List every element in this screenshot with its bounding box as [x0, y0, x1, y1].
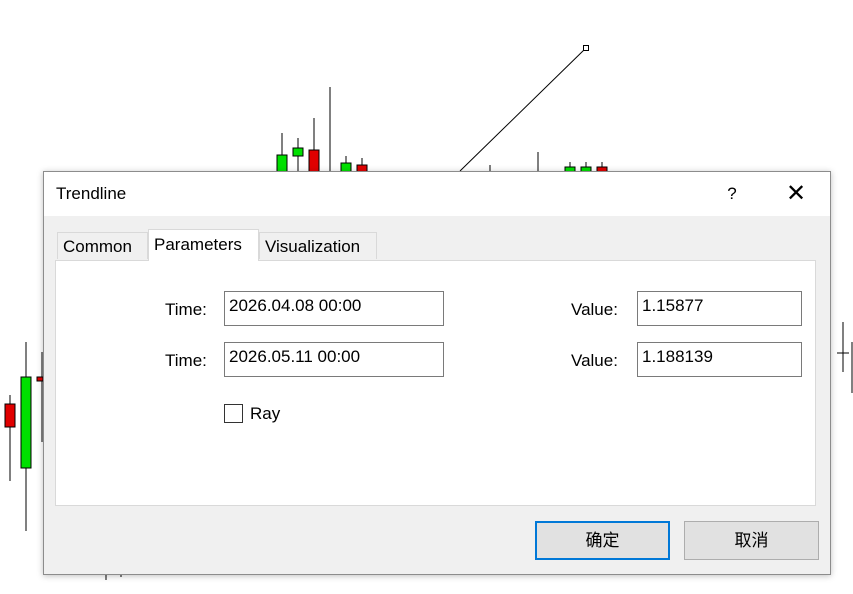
tab-parameters[interactable]: Parameters [148, 229, 259, 261]
ray-label[interactable]: Ray [250, 404, 280, 424]
ok-button[interactable]: 确定 [535, 521, 670, 560]
value-label-2: Value: [571, 351, 618, 370]
candle [4, 403, 16, 428]
cancel-button[interactable]: 取消 [684, 521, 819, 560]
time-input-2[interactable]: 2026.05.11 00:00 [224, 342, 444, 377]
candle [292, 147, 304, 157]
candle [276, 154, 288, 173]
candle [308, 149, 320, 173]
candle [20, 376, 32, 469]
trendline-dialog: Trendline ? ✕ Common Parameters Visualiz… [43, 171, 831, 575]
trendline-anchor-handle [583, 45, 589, 51]
ray-checkbox[interactable] [224, 404, 243, 423]
value-input-2[interactable]: 1.188139 [637, 342, 802, 377]
value-input-1[interactable]: 1.15877 [637, 291, 802, 326]
trendline [459, 47, 587, 172]
tab-common[interactable]: Common [57, 232, 148, 259]
value-label-1: Value: [571, 300, 618, 319]
time-label-2: Time: [165, 351, 207, 370]
help-icon[interactable]: ? [716, 178, 748, 210]
time-label-1: Time: [165, 300, 207, 319]
time-input-1[interactable]: 2026.04.08 00:00 [224, 291, 444, 326]
tab-visualization[interactable]: Visualization [259, 232, 377, 259]
close-icon[interactable]: ✕ [778, 178, 814, 210]
dialog-titlebar[interactable]: Trendline ? ✕ [44, 172, 830, 216]
dialog-title: Trendline [56, 184, 127, 203]
